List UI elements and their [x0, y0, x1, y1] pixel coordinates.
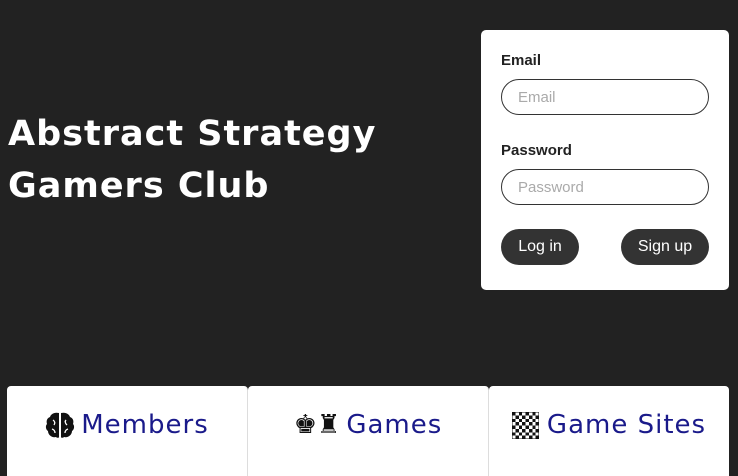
chess-pieces-icon: ♚♜: [293, 410, 341, 440]
site-title-line-2: Gamers Club: [8, 166, 270, 206]
nav-tile-game-sites-label: Game Sites: [546, 410, 707, 440]
email-label: Email: [501, 52, 542, 69]
email-input[interactable]: [501, 79, 709, 115]
nav-tile-games-label: Games: [346, 410, 443, 440]
site-title-line-1: Abstract Strategy: [8, 114, 377, 154]
main-nav: Members ♚♜ Games Game Sites: [7, 386, 729, 476]
nav-tile-members[interactable]: Members: [7, 386, 248, 476]
signup-button[interactable]: Sign up: [621, 229, 709, 265]
password-label: Password: [501, 142, 572, 159]
nav-tile-games[interactable]: ♚♜ Games: [248, 386, 489, 476]
password-input[interactable]: [501, 169, 709, 205]
login-form: Email Password Log in Sign up: [481, 30, 729, 290]
nav-tile-game-sites[interactable]: Game Sites: [489, 386, 729, 476]
checkerboard-icon: [511, 412, 539, 439]
site-title: Abstract Strategy Gamers Club: [8, 108, 448, 212]
login-button-row: Log in Sign up: [501, 229, 709, 265]
nav-tile-members-label: Members: [81, 410, 209, 440]
login-button[interactable]: Log in: [501, 229, 579, 265]
brain-icon: [46, 412, 75, 438]
